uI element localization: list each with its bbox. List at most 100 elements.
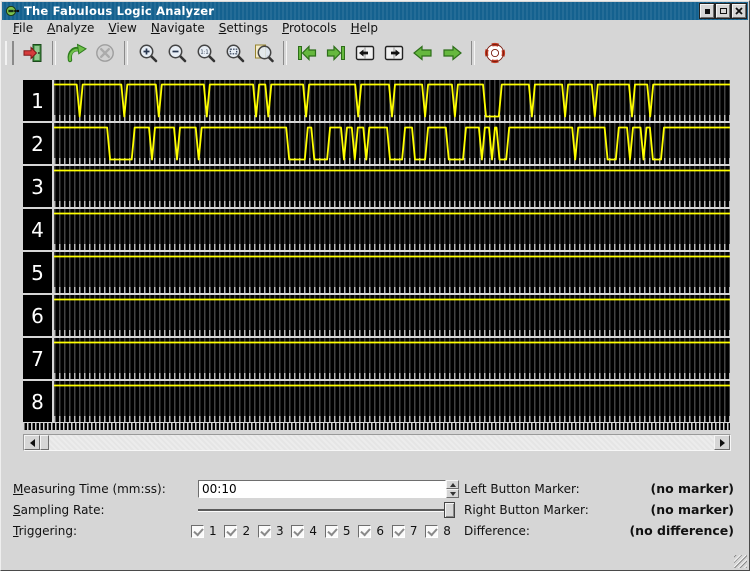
checkbox-icon[interactable] [425, 525, 438, 538]
channel-label: 2 [23, 123, 52, 164]
right-marker-label: Right Button Marker: [464, 501, 589, 519]
window-title: The Fabulous Logic Analyzer [24, 4, 214, 18]
scrollbar-thumb[interactable] [40, 435, 49, 450]
channel-row-6: 6 [23, 295, 730, 336]
channel-waveform[interactable] [54, 209, 730, 250]
horizontal-scrollbar[interactable] [23, 434, 731, 451]
checkbox-label: 3 [276, 524, 284, 538]
checkbox-label: 5 [343, 524, 351, 538]
timeline-tick-strip [23, 423, 730, 430]
go-last-button[interactable] [322, 39, 349, 66]
difference-value: (no difference) [629, 522, 734, 540]
channel-label: 8 [23, 381, 52, 422]
trigger-checkbox-3[interactable]: 3 [258, 524, 284, 538]
channel-waveform[interactable] [54, 338, 730, 379]
trigger-checkbox-4[interactable]: 4 [291, 524, 317, 538]
trigger-checkbox-5[interactable]: 5 [325, 524, 351, 538]
left-marker-value: (no marker) [650, 480, 734, 498]
checkbox-icon[interactable] [358, 525, 371, 538]
scroll-right-icon[interactable] [714, 435, 730, 450]
menu-file[interactable]: File [6, 20, 40, 36]
menu-settings[interactable]: Settings [212, 20, 275, 36]
channel-label: 3 [23, 166, 52, 207]
resize-grip[interactable] [734, 555, 747, 568]
trigger-checkbox-2[interactable]: 2 [224, 524, 250, 538]
channel-row-1: 1 [23, 80, 730, 121]
help-button[interactable] [481, 39, 508, 66]
title-bar[interactable]: The Fabulous Logic Analyzer [2, 2, 748, 20]
checkbox-icon[interactable] [325, 525, 338, 538]
channel-waveform[interactable] [54, 123, 730, 164]
menu-view[interactable]: View [101, 20, 143, 36]
maximize-icon[interactable] [716, 4, 730, 18]
channel-label: 4 [23, 209, 52, 250]
channel-label: 7 [23, 338, 52, 379]
toolbar: 1:1 [2, 37, 748, 68]
sampling-rate-slider[interactable] [198, 501, 459, 519]
acquire-button[interactable] [62, 39, 89, 66]
go-next-button[interactable] [438, 39, 465, 66]
trigger-checkbox-6[interactable]: 6 [358, 524, 384, 538]
checkbox-icon[interactable] [191, 525, 204, 538]
app-icon [5, 4, 20, 18]
checkbox-icon[interactable] [392, 525, 405, 538]
menu-navigate[interactable]: Navigate [144, 20, 212, 36]
checkbox-label: 7 [410, 524, 418, 538]
zoom-fit-button[interactable] [221, 39, 248, 66]
checkbox-label: 2 [242, 524, 250, 538]
zoom-in-button[interactable] [134, 39, 161, 66]
checkbox-label: 6 [376, 524, 384, 538]
channel-row-8: 8 [23, 381, 730, 422]
toolbar-separator [283, 41, 287, 65]
sampling-rate-label: Sampling Rate: [13, 501, 105, 519]
channel-row-3: 3 [23, 166, 730, 207]
zoom-out-button[interactable] [163, 39, 190, 66]
spin-up-icon[interactable] [446, 480, 459, 489]
channel-waveform[interactable] [54, 166, 730, 207]
measuring-time-input[interactable] [198, 480, 446, 498]
channel-label: 1 [23, 80, 52, 121]
left-marker-label: Left Button Marker: [464, 480, 580, 498]
go-previous-button[interactable] [409, 39, 436, 66]
channel-row-7: 7 [23, 338, 730, 379]
slider-handle[interactable] [444, 502, 455, 518]
scroll-left-icon[interactable] [24, 435, 40, 450]
measuring-time-spinbox [198, 480, 459, 498]
channel-waveform[interactable] [54, 381, 730, 422]
toolbar-drag-handle[interactable] [5, 41, 14, 65]
checkbox-label: 4 [309, 524, 317, 538]
trigger-checkbox-7[interactable]: 7 [392, 524, 418, 538]
close-icon[interactable] [732, 4, 746, 18]
channel-label: 5 [23, 252, 52, 293]
channel-row-4: 4 [23, 209, 730, 250]
trigger-checkbox-1[interactable]: 1 [191, 524, 217, 538]
toolbar-separator [471, 41, 475, 65]
spin-down-icon[interactable] [446, 489, 459, 498]
menu-analyze[interactable]: Analyze [40, 20, 101, 36]
checkbox-label: 1 [209, 524, 217, 538]
window-controls [700, 4, 746, 18]
menu-protocols[interactable]: Protocols [275, 20, 344, 36]
channel-waveform[interactable] [54, 80, 730, 121]
channel-waveform[interactable] [54, 295, 730, 336]
triggering-label: Triggering: [13, 522, 77, 540]
go-first-button[interactable] [293, 39, 320, 66]
minimize-icon[interactable] [700, 4, 714, 18]
checkbox-icon[interactable] [291, 525, 304, 538]
app-window: The Fabulous Logic Analyzer FileAnalyzeV… [0, 0, 750, 571]
page-right-button[interactable] [380, 39, 407, 66]
zoom-region-button[interactable] [250, 39, 277, 66]
trigger-checkbox-8[interactable]: 8 [425, 524, 451, 538]
measuring-time-label: Measuring Time (mm:ss): [13, 480, 166, 498]
checkbox-icon[interactable] [224, 525, 237, 538]
checkbox-icon[interactable] [258, 525, 271, 538]
trigger-channel-checkboxes: 1 2 3 4 5 6 78 [191, 522, 451, 540]
menu-bar: FileAnalyzeViewNavigateSettingsProtocols… [2, 20, 748, 36]
channel-waveform[interactable] [54, 252, 730, 293]
toolbar-separator [52, 41, 56, 65]
zoom-original-button[interactable]: 1:1 [192, 39, 219, 66]
page-left-button[interactable] [351, 39, 378, 66]
menu-help[interactable]: Help [344, 20, 385, 36]
quit-button[interactable] [19, 39, 46, 66]
slider-track [198, 509, 454, 512]
